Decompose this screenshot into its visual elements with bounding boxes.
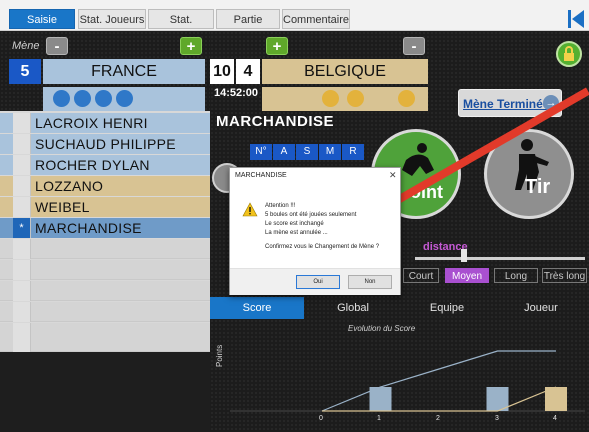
active-player-name: MARCHANDISE xyxy=(216,113,334,130)
x-tick-label: 2 xyxy=(436,415,440,422)
boules-right xyxy=(262,87,428,111)
tab-commentaire[interactable]: Commentaire xyxy=(282,9,350,29)
player-row[interactable]: LOZZANO xyxy=(0,176,210,196)
x-tick-label: 3 xyxy=(495,415,499,422)
match-time: 14:52:00 xyxy=(214,87,259,99)
boule-icon xyxy=(95,90,112,107)
subtab-joueur[interactable]: Joueur xyxy=(494,297,588,319)
player-row-selected[interactable]: * MARCHANDISE xyxy=(0,218,210,238)
chart-line xyxy=(322,386,557,412)
boule-icon xyxy=(116,90,133,107)
bottom-left-panel xyxy=(0,352,210,432)
player-name: MARCHANDISE xyxy=(35,220,142,236)
team-left-name: FRANCE xyxy=(43,59,205,84)
chart-plot xyxy=(230,350,585,412)
skip-end-icon[interactable] xyxy=(566,8,586,30)
dialog-line: Attention !!! xyxy=(265,203,296,209)
tir-button[interactable]: Tir xyxy=(484,129,574,219)
mene-label: Mène xyxy=(12,40,40,52)
tab-stat-equipes[interactable]: Stat. Equipes xyxy=(148,9,214,46)
mene-header: Mène - + 5 FRANCE xyxy=(0,31,210,111)
player-row[interactable]: ROCHER DYLAN xyxy=(0,155,210,175)
mene-number: 5 xyxy=(9,59,41,84)
dialog-title: MARCHANDISE xyxy=(235,172,287,179)
distance-tres-long[interactable]: Très long xyxy=(542,268,587,283)
chart-tabs: Score Global Equipe Joueur xyxy=(210,297,589,319)
dialog-line: Le score est inchangé xyxy=(265,221,324,227)
player-name: SUCHAUD PHILIPPE xyxy=(35,136,176,152)
no-button[interactable]: Non xyxy=(348,275,392,289)
player-row[interactable]: LACROIX HENRI xyxy=(0,113,210,133)
stat-col-header: R xyxy=(342,144,364,160)
empty-row xyxy=(0,281,210,301)
tab-stat-joueurs[interactable]: Stat. Joueurs xyxy=(78,9,146,29)
player-row[interactable]: WEIBEL xyxy=(0,197,210,217)
x-tick-label: 0 xyxy=(319,415,323,422)
selected-marker: * xyxy=(13,218,31,238)
dialog-button-bar: Oui Non xyxy=(230,268,400,295)
player-name: ROCHER DYLAN xyxy=(35,157,150,173)
distance-court[interactable]: Court xyxy=(403,268,439,283)
tir-label: Tir xyxy=(525,176,551,198)
point-label: oint xyxy=(410,182,443,202)
score-plus-button[interactable]: + xyxy=(266,37,288,55)
stat-col-header: M xyxy=(319,144,341,160)
left-panel: Mène - + 5 FRANCE LACROIX HENRI SUCHAUD … xyxy=(0,31,210,432)
x-tick-label: 1 xyxy=(377,415,381,422)
empty-row xyxy=(0,260,210,280)
empty-row xyxy=(0,302,210,322)
mene-terminee-label: Mène Terminée xyxy=(463,97,550,111)
yes-button[interactable]: Oui xyxy=(296,275,340,289)
stat-col-header: S xyxy=(296,144,318,160)
subtab-equipe[interactable]: Equipe xyxy=(400,297,494,319)
team-right-name: BELGIQUE xyxy=(262,59,428,84)
empty-row xyxy=(0,239,210,259)
player-name: LOZZANO xyxy=(35,178,104,194)
boule-icon xyxy=(74,90,91,107)
score-minus-button[interactable]: - xyxy=(403,37,425,55)
distance-slider-thumb[interactable] xyxy=(461,249,467,262)
x-tick-label: 4 xyxy=(553,415,557,422)
mene-plus-button[interactable]: + xyxy=(180,37,202,55)
stat-col-header: N° xyxy=(250,144,272,160)
distance-moyen[interactable]: Moyen xyxy=(445,268,489,283)
close-icon[interactable]: ✕ xyxy=(389,170,397,181)
subtab-score[interactable]: Score xyxy=(210,297,304,319)
dialog-line: 5 boules ont été jouées seulement xyxy=(265,212,357,218)
boule-icon xyxy=(398,90,415,107)
mene-terminee-button[interactable]: Mène Terminée → xyxy=(458,89,562,117)
boule-icon xyxy=(53,90,70,107)
main-tab-bar: Saisie Stat. Joueurs Stat. Equipes Parti… xyxy=(0,0,589,46)
distance-long[interactable]: Long xyxy=(494,268,538,283)
lock-icon[interactable] xyxy=(556,41,582,67)
app-window: Saisie Stat. Joueurs Stat. Equipes Parti… xyxy=(0,0,589,432)
boule-icon xyxy=(347,90,364,107)
distance-slider-track[interactable] xyxy=(415,257,585,260)
subtab-global[interactable]: Global xyxy=(306,297,400,319)
arrow-right-icon: → xyxy=(543,95,559,111)
boule-icon xyxy=(322,90,339,107)
dialog-line: La mène est annulée ... xyxy=(265,230,328,236)
boules-left xyxy=(43,87,205,111)
stat-col-header: A xyxy=(273,144,295,160)
tab-saisie[interactable]: Saisie xyxy=(9,9,75,29)
player-row[interactable]: SUCHAUD PHILIPPE xyxy=(0,134,210,154)
confirm-dialog: MARCHANDISE ✕ Attention !!! 5 boules ont… xyxy=(229,167,401,295)
score-right: 4 xyxy=(236,59,260,84)
score-chart: Evolution du Score Points 0 1 2 3 4 xyxy=(210,319,589,432)
score-left: 10 xyxy=(210,59,234,84)
player-name: LACROIX HENRI xyxy=(35,115,148,131)
empty-row xyxy=(0,323,210,352)
dialog-line: Confirmez vous le Changement de Mène ? xyxy=(265,244,380,250)
tab-partie[interactable]: Partie xyxy=(216,9,280,29)
warning-icon xyxy=(242,202,258,217)
player-name: WEIBEL xyxy=(35,199,90,215)
mene-minus-button[interactable]: - xyxy=(46,37,68,55)
